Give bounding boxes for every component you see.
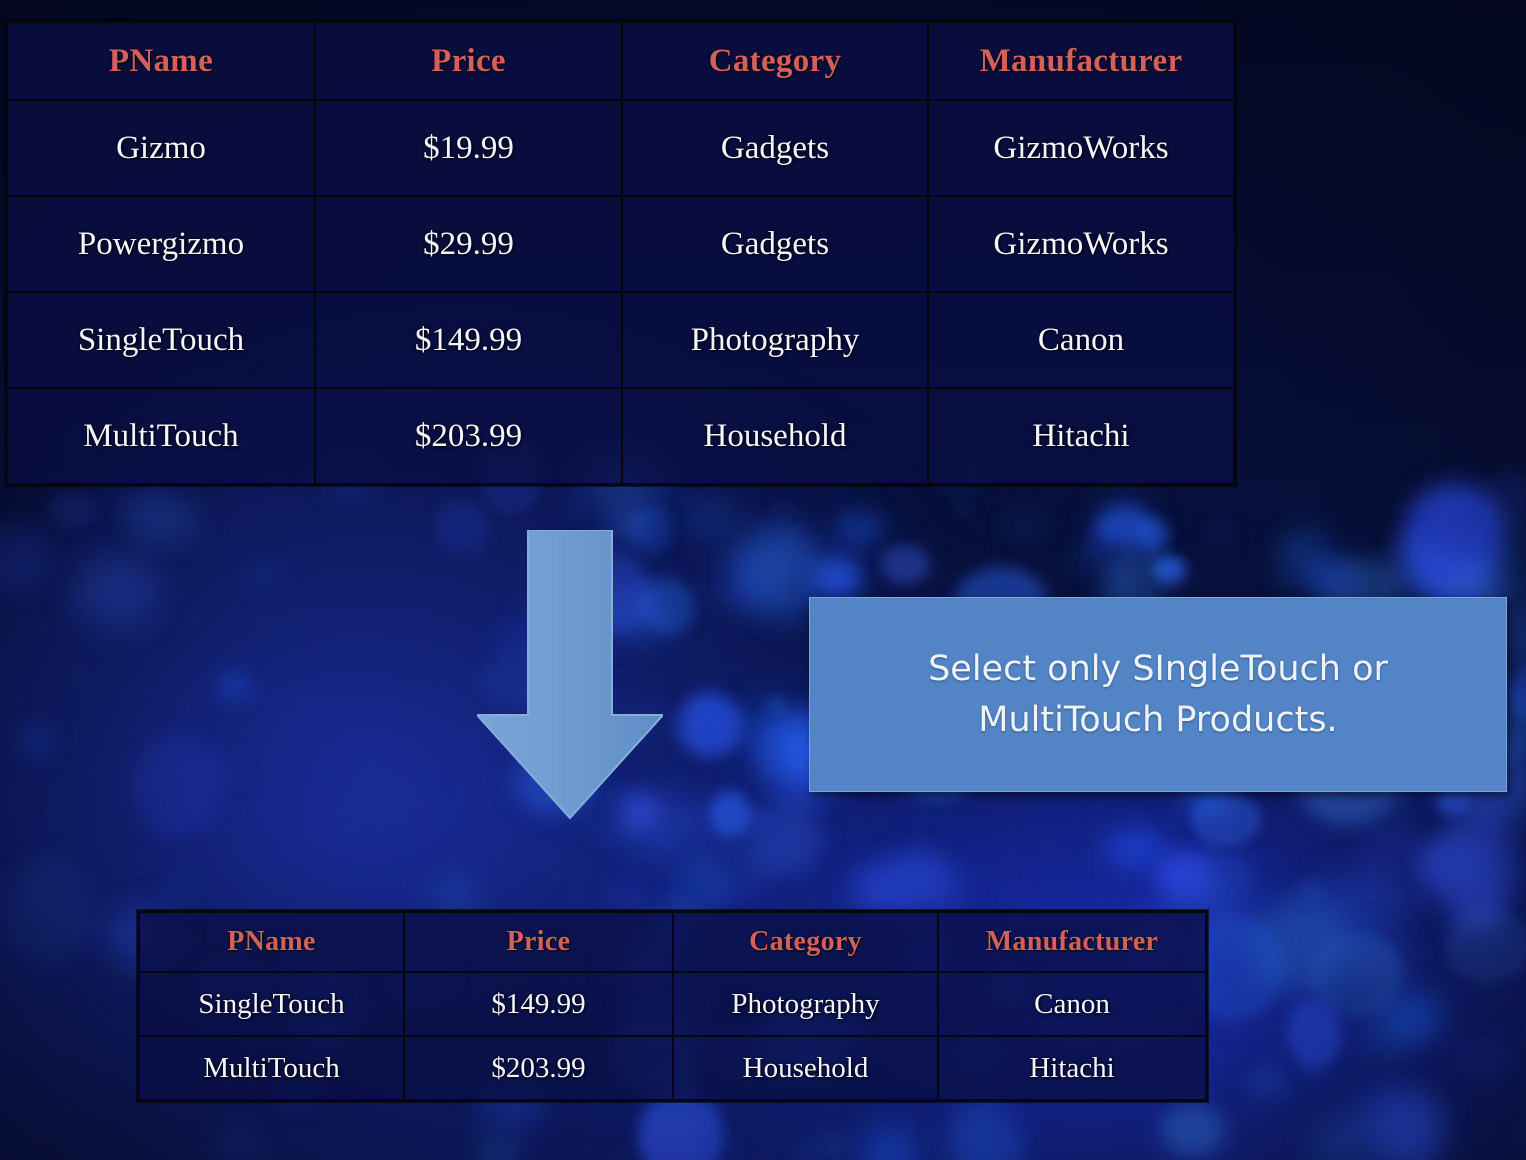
cell-category: Gadgets [621,195,929,293]
cell-pname: SingleTouch [137,971,405,1037]
table-row: Gizmo $19.99 Gadgets GizmoWorks [5,99,1236,197]
table-header-row: PName Price Category Manufacturer [5,20,1236,101]
source-col-price: Price [314,20,623,101]
result-col-price: Price [403,910,674,973]
source-table-body: Gizmo $19.99 Gadgets GizmoWorks Powergiz… [5,99,1236,486]
result-table-body: SingleTouch $149.99 Photography Canon Mu… [137,971,1208,1102]
cell-pname: Powergizmo [5,195,316,293]
result-table-header: PName Price Category Manufacturer [137,910,1208,973]
cell-manufacturer: Hitachi [937,1035,1208,1102]
source-col-pname: PName [5,20,316,101]
table-row: Powergizmo $29.99 Gadgets GizmoWorks [5,195,1236,293]
cell-manufacturer: GizmoWorks [927,195,1236,293]
slide-canvas: PName Price Category Manufacturer Gizmo … [0,0,1526,1160]
callout-box: Select only SIngleTouch or MultiTouch Pr… [809,597,1507,792]
source-table: PName Price Category Manufacturer Gizmo … [5,20,1236,486]
callout-text: Select only SIngleTouch or MultiTouch Pr… [928,649,1388,740]
cell-price: $19.99 [314,99,623,197]
source-col-manufacturer: Manufacturer [927,20,1236,101]
result-col-pname: PName [137,910,405,973]
cell-pname: MultiTouch [137,1035,405,1102]
source-table-header: PName Price Category Manufacturer [5,20,1236,101]
cell-price: $203.99 [403,1035,674,1102]
table-row: MultiTouch $203.99 Household Hitachi [5,387,1236,486]
cell-manufacturer: Canon [937,971,1208,1037]
cell-pname: SingleTouch [5,291,316,389]
table-header-row: PName Price Category Manufacturer [137,910,1208,973]
result-col-manufacturer: Manufacturer [937,910,1208,973]
cell-pname: Gizmo [5,99,316,197]
cell-category: Photography [621,291,929,389]
cell-price: $203.99 [314,387,623,486]
cell-manufacturer: Hitachi [927,387,1236,486]
result-col-category: Category [672,910,939,973]
cell-category: Household [621,387,929,486]
cell-pname: MultiTouch [5,387,316,486]
cell-category: Photography [672,971,939,1037]
cell-manufacturer: GizmoWorks [927,99,1236,197]
cell-price: $29.99 [314,195,623,293]
source-col-category: Category [621,20,929,101]
cell-price: $149.99 [314,291,623,389]
table-row: MultiTouch $203.99 Household Hitachi [137,1035,1208,1102]
table-row: SingleTouch $149.99 Photography Canon [137,971,1208,1037]
result-table: PName Price Category Manufacturer Single… [137,910,1208,1102]
cell-manufacturer: Canon [927,291,1236,389]
down-arrow-icon [477,530,663,820]
cell-price: $149.99 [403,971,674,1037]
cell-category: Gadgets [621,99,929,197]
table-row: SingleTouch $149.99 Photography Canon [5,291,1236,389]
cell-category: Household [672,1035,939,1102]
